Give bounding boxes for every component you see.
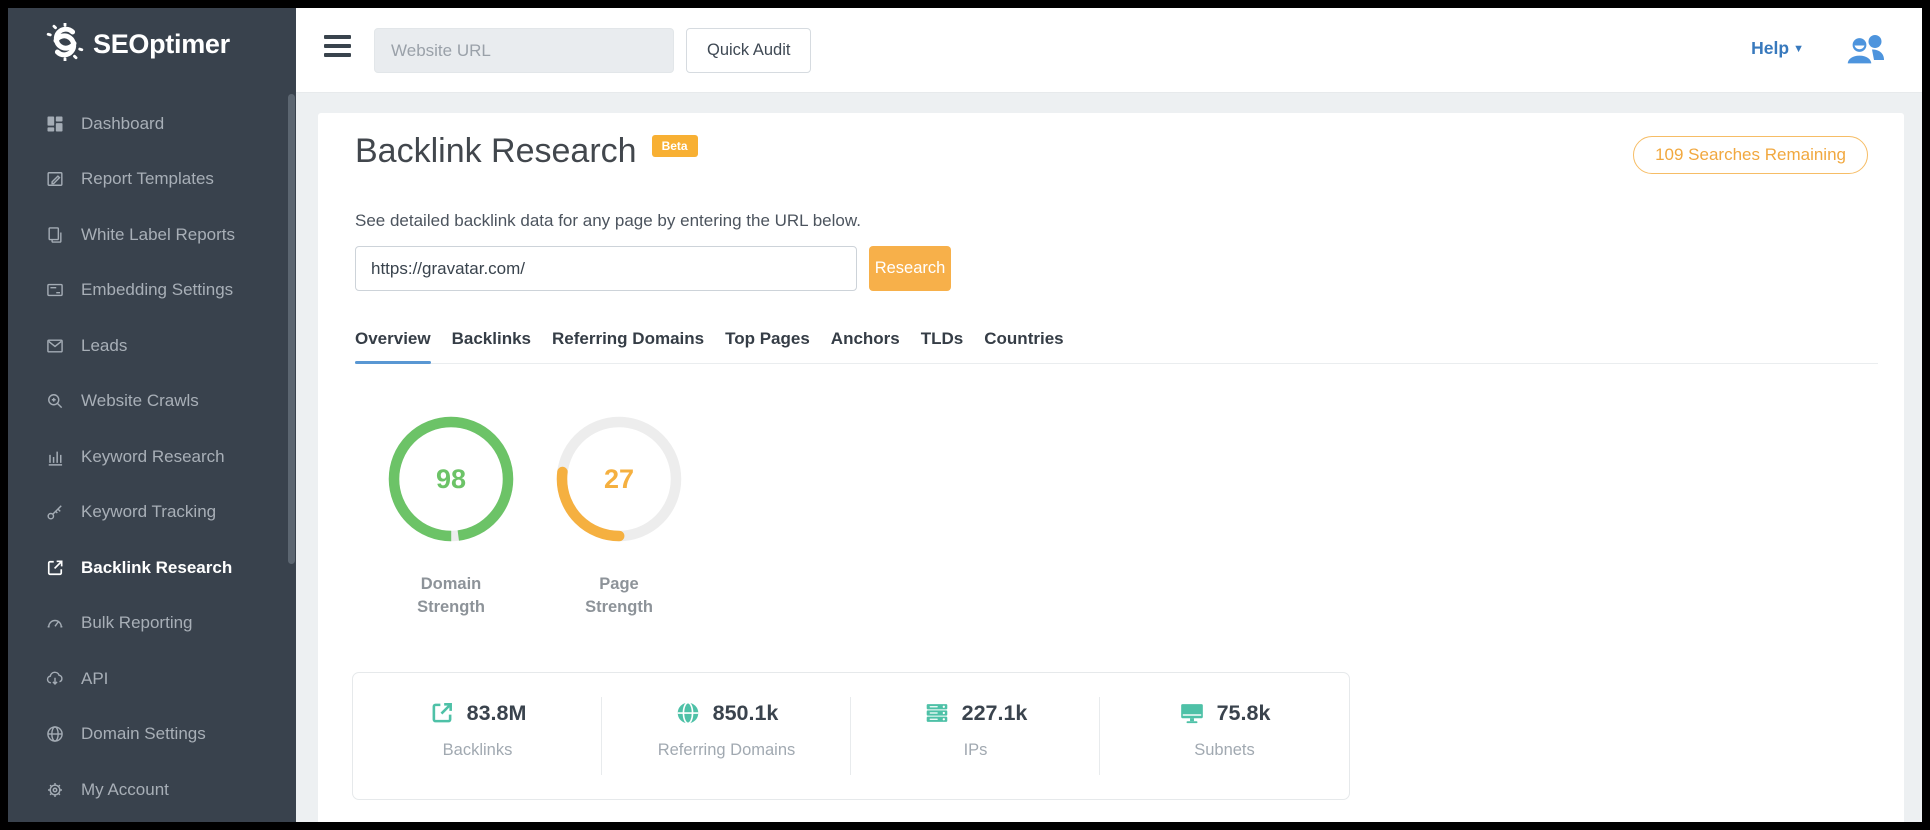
- sidebar-item-label: Keyword Tracking: [81, 502, 216, 522]
- stat-label: Backlinks: [353, 741, 602, 760]
- seoptimer-logo-icon: [46, 23, 84, 66]
- sidebar-item-my-account[interactable]: My Account: [8, 762, 296, 818]
- page-description: See detailed backlink data for any page …: [355, 211, 861, 231]
- stat-value: 227.1k: [962, 701, 1028, 726]
- stat-label: Subnets: [1100, 741, 1349, 760]
- app-window: SEOptimer Dashboard Report Templates Whi…: [8, 8, 1922, 822]
- logo[interactable]: SEOptimer: [46, 23, 230, 66]
- stat-referring-domains: 850.1k Referring Domains: [602, 673, 851, 799]
- research-button[interactable]: Research: [869, 246, 951, 291]
- stat-label: IPs: [851, 741, 1100, 760]
- keyword-research-icon: [45, 447, 65, 467]
- sidebar-item-label: Keyword Research: [81, 447, 225, 467]
- sidebar-item-label: Domain Settings: [81, 724, 206, 744]
- sidebar-item-report-templates[interactable]: Report Templates: [8, 152, 296, 208]
- sidebar: SEOptimer Dashboard Report Templates Whi…: [8, 8, 296, 822]
- report-templates-icon: [45, 169, 65, 189]
- globe-icon: [675, 700, 701, 726]
- hamburger-menu-icon[interactable]: [324, 35, 351, 57]
- bulk-reporting-icon: [45, 613, 65, 633]
- sidebar-item-embedding-settings[interactable]: Embedding Settings: [8, 263, 296, 319]
- overview-stats-card: 83.8M Backlinks 850.1k Referring Domains…: [352, 672, 1350, 800]
- sidebar-item-label: Dashboard: [81, 114, 164, 134]
- backlink-research-icon: [45, 558, 65, 578]
- sidebar-item-backlink-research[interactable]: Backlink Research: [8, 540, 296, 596]
- page-strength-gauge: 27 Page Strength: [553, 413, 685, 619]
- stat-value: 83.8M: [467, 701, 527, 726]
- sidebar-item-label: API: [81, 669, 108, 689]
- research-url-input[interactable]: [355, 246, 857, 291]
- chevron-down-icon: ▼: [1793, 43, 1804, 55]
- stat-label: Referring Domains: [602, 741, 851, 760]
- sidebar-item-keyword-research[interactable]: Keyword Research: [8, 429, 296, 485]
- tab-bar: Overview Backlinks Referring Domains Top…: [355, 329, 1878, 364]
- sidebar-item-domain-settings[interactable]: Domain Settings: [8, 707, 296, 763]
- help-dropdown[interactable]: Help ▼: [1751, 38, 1804, 59]
- sidebar-item-label: My Account: [81, 780, 169, 800]
- leads-icon: [45, 336, 65, 356]
- main-content-card: Backlink Research Beta 109 Searches Rema…: [318, 113, 1904, 822]
- tab-countries[interactable]: Countries: [984, 329, 1063, 363]
- page-strength-value: 27: [553, 413, 685, 545]
- top-bar: Quick Audit Help ▼: [296, 8, 1922, 93]
- research-search-row: Research: [355, 246, 951, 291]
- domain-strength-gauge: 98 Domain Strength: [385, 413, 517, 619]
- domain-strength-value: 98: [385, 413, 517, 545]
- account-people-icon[interactable]: [1842, 31, 1892, 69]
- desktop-icon: [1179, 700, 1205, 726]
- sidebar-item-website-crawls[interactable]: Website Crawls: [8, 374, 296, 430]
- logo-text: SEOptimer: [93, 29, 230, 60]
- sidebar-item-label: White Label Reports: [81, 225, 235, 245]
- title-row: Backlink Research Beta: [355, 132, 698, 171]
- stat-subnets: 75.8k Subnets: [1100, 673, 1349, 799]
- website-url-input[interactable]: [374, 28, 674, 73]
- sidebar-item-dashboard[interactable]: Dashboard: [8, 96, 296, 152]
- embedding-settings-icon: [45, 280, 65, 300]
- sidebar-item-leads[interactable]: Leads: [8, 318, 296, 374]
- api-icon: [45, 669, 65, 689]
- external-link-icon: [429, 700, 455, 726]
- sidebar-item-keyword-tracking[interactable]: Keyword Tracking: [8, 485, 296, 541]
- website-crawls-icon: [45, 391, 65, 411]
- dashboard-icon: [45, 114, 65, 134]
- stat-value: 75.8k: [1217, 701, 1271, 726]
- sidebar-item-label: Bulk Reporting: [81, 613, 193, 633]
- tab-tlds[interactable]: TLDs: [921, 329, 964, 363]
- my-account-icon: [45, 780, 65, 800]
- sidebar-menu: Dashboard Report Templates White Label R…: [8, 96, 296, 818]
- beta-badge: Beta: [652, 135, 698, 157]
- domain-strength-label: Domain Strength: [401, 573, 501, 619]
- sidebar-item-api[interactable]: API: [8, 651, 296, 707]
- stat-value: 850.1k: [713, 701, 779, 726]
- page-title: Backlink Research: [355, 132, 637, 171]
- server-icon: [924, 700, 950, 726]
- tab-top-pages[interactable]: Top Pages: [725, 329, 810, 363]
- sidebar-item-label: Leads: [81, 336, 127, 356]
- quick-audit-button[interactable]: Quick Audit: [686, 28, 811, 73]
- white-label-reports-icon: [45, 225, 65, 245]
- help-label: Help: [1751, 38, 1789, 58]
- stat-ips: 227.1k IPs: [851, 673, 1100, 799]
- tab-anchors[interactable]: Anchors: [831, 329, 900, 363]
- sidebar-item-label: Embedding Settings: [81, 280, 233, 300]
- sidebar-item-label: Report Templates: [81, 169, 214, 189]
- keyword-tracking-icon: [45, 502, 65, 522]
- page-strength-label: Page Strength: [569, 573, 669, 619]
- sidebar-item-bulk-reporting[interactable]: Bulk Reporting: [8, 596, 296, 652]
- tab-backlinks[interactable]: Backlinks: [452, 329, 531, 363]
- stat-backlinks: 83.8M Backlinks: [353, 673, 602, 799]
- tab-overview[interactable]: Overview: [355, 329, 431, 363]
- domain-settings-icon: [45, 724, 65, 744]
- sidebar-scrollbar-thumb[interactable]: [288, 94, 295, 564]
- tab-referring-domains[interactable]: Referring Domains: [552, 329, 704, 363]
- sidebar-item-label: Website Crawls: [81, 391, 199, 411]
- sidebar-item-label: Backlink Research: [81, 558, 232, 578]
- searches-remaining-badge: 109 Searches Remaining: [1633, 136, 1868, 174]
- sidebar-item-white-label-reports[interactable]: White Label Reports: [8, 207, 296, 263]
